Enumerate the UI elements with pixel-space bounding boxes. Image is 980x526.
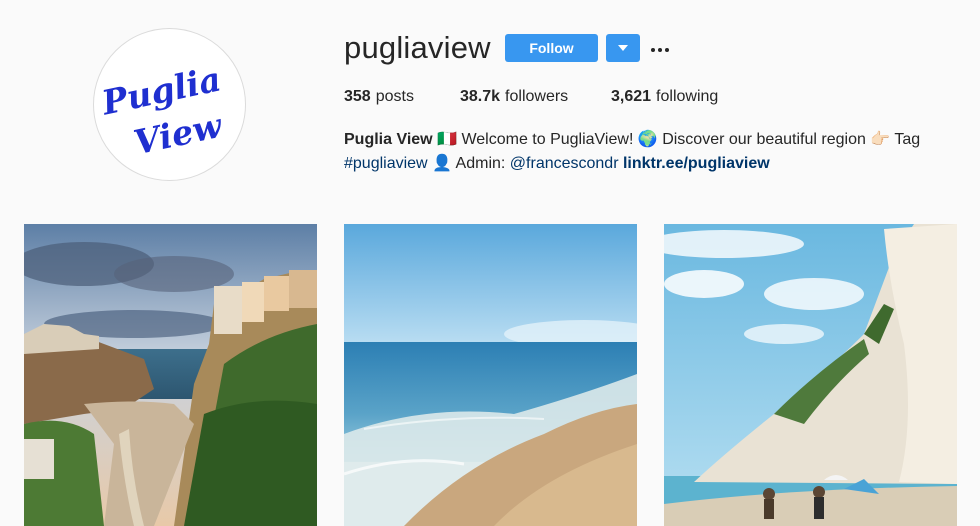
bio-text-2: Discover our beautiful region (657, 131, 871, 148)
post-image-white-cliffs (664, 224, 957, 526)
post-thumbnail[interactable] (664, 224, 957, 526)
more-options-button[interactable] (649, 35, 671, 61)
profile-avatar[interactable]: Puglia View (93, 28, 246, 181)
following-stat[interactable]: 3,621 following (611, 88, 718, 106)
mention-link[interactable]: @francescondr (510, 155, 619, 172)
person-icon: 👤 (432, 155, 452, 172)
posts-label: posts (375, 88, 414, 105)
hashtag-link[interactable]: #pugliaview (344, 155, 428, 172)
followers-count: 38.7k (460, 88, 501, 105)
bio-text-4: Admin: (451, 155, 510, 172)
pointing-hand-icon: 👉🏻 (870, 131, 891, 148)
bio-text-3: Tag (890, 131, 921, 148)
posts-count: 358 (344, 88, 371, 105)
post-thumbnail[interactable] (24, 224, 317, 526)
post-image-beach-shoreline (344, 224, 637, 526)
chevron-down-icon (618, 44, 628, 51)
follow-button[interactable]: Follow (505, 34, 598, 62)
following-count: 3,621 (611, 88, 652, 105)
following-label: following (656, 88, 719, 105)
external-link[interactable]: linktr.ee/pugliaview (623, 155, 770, 172)
globe-icon: 🌍 (637, 131, 658, 148)
profile-stats: 358 posts 38.7k followers 3,621 followin… (344, 88, 718, 106)
suggested-dropdown-button[interactable] (606, 34, 640, 62)
profile-username: pugliaview (344, 30, 491, 65)
posts-stat: 358 posts (344, 88, 460, 106)
post-image-cliff-town (24, 224, 317, 526)
profile-bio: Puglia View 🇮🇹 Welcome to PugliaView! 🌍 … (344, 128, 964, 176)
followers-stat[interactable]: 38.7k followers (460, 88, 611, 106)
avatar-logo: Puglia View (94, 29, 245, 180)
italy-flag-icon: 🇮🇹 (437, 131, 457, 148)
post-thumbnail[interactable] (344, 224, 637, 526)
more-options-icon (650, 39, 671, 57)
followers-label: followers (505, 88, 569, 105)
bio-text-1: Welcome to PugliaView! (457, 131, 638, 148)
profile-full-name: Puglia View (344, 131, 433, 148)
